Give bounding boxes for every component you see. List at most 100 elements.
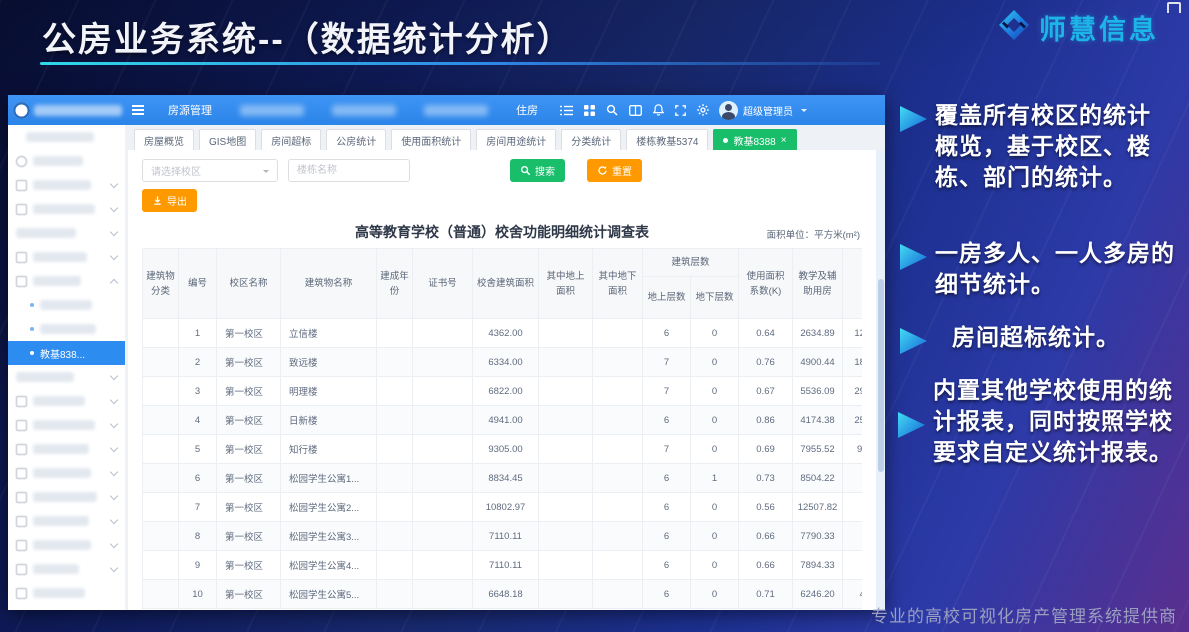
bullet-text: 一房多人、一人多房的 细节统计。	[935, 240, 1175, 297]
avatar[interactable]	[719, 100, 738, 120]
col-header: 地下层数	[689, 276, 740, 320]
sidebar-item-icon	[16, 491, 27, 503]
tab-dot-icon	[723, 138, 729, 143]
menu-item-housing[interactable]: 住房	[502, 102, 552, 118]
tab-3[interactable]: 房间超标	[261, 129, 322, 152]
chevron-icon	[109, 539, 119, 548]
campus-select-placeholder: 请选择校区	[151, 167, 201, 178]
sidebar-item-redacted[interactable]	[8, 557, 125, 581]
app-header: 房源管理 住房 超级管理员	[8, 95, 885, 125]
vertical-scrollbar[interactable]	[876, 150, 885, 610]
sidebar-item-icon	[16, 539, 27, 551]
sidebar-item-redacted[interactable]	[8, 173, 125, 197]
search-icon	[520, 165, 531, 176]
table-row: 7第一校区松园学生公寓2...10802.97600.5612507.820.0…	[142, 492, 862, 523]
bell-icon[interactable]	[653, 104, 664, 116]
tab-active[interactable]: 教基8388 ×	[713, 129, 797, 152]
chevron-down-icon	[263, 169, 269, 176]
col-group-header: 建筑层数	[641, 248, 740, 278]
user-role-label: 超级管理员	[743, 106, 793, 118]
tab-8[interactable]: 楼栋教基5374	[626, 129, 709, 152]
sidebar-item-redacted[interactable]	[8, 437, 125, 461]
main-area: 房屋概览 GIS地图 房间超标 公房统计 使用面积统计 房间用途统计 分类统计 楼栋教基537…	[126, 125, 885, 610]
tab-4[interactable]: 公房统计	[326, 129, 387, 152]
tab-2[interactable]: GIS地图	[199, 129, 257, 152]
chevron-icon	[109, 491, 119, 500]
sidebar-item-redacted[interactable]	[8, 485, 125, 509]
bullet-text: 内置其他学校使用的统 计报表，同时按照学校 要求自定义统计报表。	[933, 377, 1173, 465]
sidebar-item-redacted[interactable]	[8, 221, 125, 245]
tab-active-label: 教基8388	[733, 137, 776, 148]
sidebar-item-icon	[16, 587, 27, 599]
chevron-icon	[109, 419, 119, 428]
sidebar-item-redacted[interactable]	[8, 125, 125, 149]
close-icon[interactable]: ×	[781, 135, 787, 146]
table-row: 9第一校区松园学生公寓4...7110.11600.667894.330.00	[142, 550, 862, 581]
chevron-icon	[109, 467, 119, 476]
chevron-down-icon[interactable]	[801, 108, 807, 115]
table-row: 4第一校区日新楼4941.00600.864174.382569.07	[142, 405, 862, 436]
table-body: 1第一校区立信楼4362.00600.642634.891235.122第一校区…	[142, 318, 862, 610]
col-header: 建筑物分类	[142, 248, 179, 320]
sidebar-item-redacted[interactable]	[8, 365, 125, 389]
col-header: 校区名称	[216, 248, 281, 320]
export-button[interactable]: 导出	[142, 189, 197, 212]
grid-icon[interactable]	[584, 104, 595, 116]
campus-select[interactable]: 请选择校区	[142, 159, 278, 182]
sidebar-subitem-redacted[interactable]	[8, 293, 125, 317]
table-row: 10第一校区松园学生公寓5...6648.18600.716246.2046.0…	[142, 579, 862, 610]
footer-tagline: 专业的高校可视化房产管理系统提供商	[871, 607, 1177, 626]
sidebar-item-redacted[interactable]	[8, 461, 125, 485]
sidebar-item-redacted[interactable]	[8, 245, 125, 269]
app-logo	[8, 95, 126, 125]
col-header: 建筑物名称	[280, 248, 377, 320]
sidebar-item-redacted[interactable]	[8, 413, 125, 437]
redacted-logo-text	[34, 104, 122, 116]
col-header: 建成年份	[376, 248, 413, 320]
tab-7[interactable]: 分类统计	[561, 129, 622, 152]
col-header: 使用面积系数(K)	[738, 248, 794, 320]
sidebar-item-icon	[16, 419, 27, 431]
chevron-icon	[109, 395, 119, 404]
sidebar-item-redacted[interactable]	[8, 509, 125, 533]
sidebar-item-redacted[interactable]	[8, 197, 125, 221]
redacted-menu-item	[424, 104, 488, 116]
table-row: 3第一校区明理楼6822.00700.675536.092920.95	[142, 376, 862, 407]
table-row: 2第一校区致远楼6334.00700.764900.441874.00	[142, 347, 862, 378]
list-icon[interactable]	[560, 105, 573, 116]
sidebar-item-redacted[interactable]	[8, 581, 125, 605]
sidebar-subitem-redacted[interactable]	[8, 317, 125, 341]
sidebar-item-icon	[16, 443, 27, 455]
col-header: 教室	[842, 248, 862, 320]
fullscreen-icon[interactable]	[675, 104, 686, 116]
table-row: 8第一校区松园学生公寓3...7110.11600.667790.330.00	[142, 521, 862, 552]
sidebar-item-redacted[interactable]	[8, 389, 125, 413]
bullet-arrow-icon	[898, 412, 925, 438]
sidebar-item-redacted[interactable]	[8, 269, 125, 293]
bullet-arrow-icon	[900, 328, 927, 354]
document-icon[interactable]	[629, 104, 642, 116]
search-button[interactable]: 搜索	[510, 159, 565, 182]
gear-icon[interactable]	[697, 104, 709, 116]
chevron-icon	[109, 179, 119, 188]
menu-item-housing-source[interactable]: 房源管理	[154, 102, 226, 118]
sidebar-item-icon	[16, 563, 27, 575]
col-header: 教学及辅助用房	[792, 248, 844, 320]
menu-fold-icon[interactable]	[132, 105, 144, 115]
tab-1[interactable]: 房屋概览	[134, 129, 194, 152]
tab-5[interactable]: 使用面积统计	[391, 129, 472, 152]
unit-note: 面积单位：平方米(m²)	[766, 230, 860, 241]
tab-6[interactable]: 房间用途统计	[476, 129, 557, 152]
scrollbar-thumb[interactable]	[877, 278, 884, 472]
building-name-input[interactable]	[288, 159, 410, 182]
sidebar-item-redacted[interactable]	[8, 149, 125, 173]
search-icon[interactable]	[606, 104, 618, 116]
chevron-icon	[109, 443, 119, 452]
sidebar-item-active[interactable]: 教基838...	[8, 341, 125, 365]
sidebar-item-icon	[16, 203, 27, 215]
col-header: 其中地上面积	[538, 248, 593, 320]
app-window: 房源管理 住房 超级管理员 教基838... 房屋概览 GIS地图 房间超标 公房统计…	[8, 95, 885, 610]
bullet-arrow-icon	[900, 106, 927, 132]
sidebar-item-redacted[interactable]	[8, 533, 125, 557]
reset-button[interactable]: 重置	[587, 159, 642, 182]
